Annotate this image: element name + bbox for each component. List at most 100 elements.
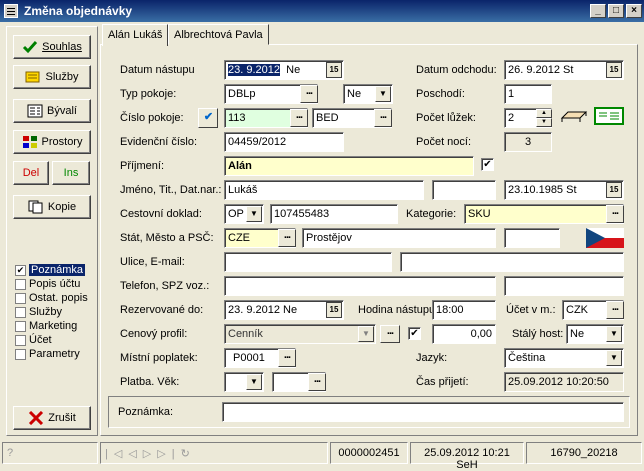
jmeno-label: Jméno, Tit., Dat.nar.: <box>120 184 222 196</box>
calendar-icon[interactable]: 15 <box>606 182 622 198</box>
vek-lookup-button[interactable]: ... <box>308 373 326 391</box>
cenovy-label: Cenový profil: <box>120 328 188 340</box>
maximize-button[interactable]: □ <box>608 4 624 18</box>
titul-field[interactable] <box>432 180 496 200</box>
cas-field: 25.09.2012 10:20:50 <box>504 372 624 392</box>
help-icon[interactable]: ? <box>2 442 98 464</box>
window-title: Změna objednávky <box>24 4 133 18</box>
first-record-icon[interactable]: |◁ <box>105 448 128 460</box>
window-menu-icon[interactable] <box>4 4 18 18</box>
minimize-button[interactable]: _ <box>590 4 606 18</box>
pocet-noci-label: Počet nocí: <box>416 136 472 148</box>
doklad-cislo-field[interactable]: 107455483 <box>270 204 398 224</box>
spz-field[interactable] <box>504 276 624 296</box>
kategorie-field[interactable]: SKU <box>464 204 624 224</box>
prostory-label: Prostory <box>41 136 83 148</box>
psc-field[interactable] <box>504 228 560 248</box>
nav-item[interactable]: Popis účtu <box>15 278 80 290</box>
nav-item[interactable]: Marketing <box>15 320 77 332</box>
close-button[interactable]: × <box>626 4 642 18</box>
hodina-label: Hodina nástupu: <box>358 304 439 316</box>
nav-item[interactable]: Parametry <box>15 348 80 360</box>
chevron-down-icon[interactable]: ▼ <box>606 350 622 366</box>
nav-checkbox[interactable] <box>15 348 26 360</box>
chevron-down-icon[interactable]: ▼ <box>246 206 262 222</box>
cena-checkbox[interactable]: ✔ <box>408 327 421 340</box>
prostory-button[interactable]: Prostory <box>13 130 91 154</box>
spin-down-icon[interactable]: ▼ <box>536 118 552 127</box>
tab-alan-lukas[interactable]: Alán Lukáš <box>102 24 169 46</box>
cas-label: Čas přijetí: <box>416 376 469 388</box>
cena-field[interactable]: 0,00 <box>432 324 496 344</box>
nav-checkbox[interactable] <box>15 292 26 304</box>
chevron-down-icon[interactable]: ▼ <box>606 326 622 342</box>
refresh-icon[interactable]: ↻ <box>181 448 196 460</box>
ulice-field[interactable] <box>224 252 392 272</box>
cislo-pokoje-label: Číslo pokoje: <box>120 112 184 124</box>
status-datetime: 25.09.2012 10:21 SeH <box>410 442 524 471</box>
byvali-button[interactable]: Bývalí <box>13 99 91 123</box>
doklad-label: Cestovní doklad: <box>120 208 202 220</box>
nav-item[interactable]: Účet <box>15 334 52 346</box>
cislo-pokoje-lookup-button[interactable]: ... <box>290 109 308 127</box>
typ-pokoje-lookup-button[interactable]: ... <box>300 85 318 103</box>
spin-up-icon[interactable]: ▲ <box>536 109 552 118</box>
room-check-button[interactable]: ✔ <box>198 108 218 128</box>
sluzby-button[interactable]: Služby <box>13 65 91 89</box>
poznamka-label: Poznámka: <box>118 406 174 418</box>
bed-lookup-button[interactable]: ... <box>374 109 392 127</box>
mesto-field[interactable]: Prostějov <box>302 228 496 248</box>
kopie-label: Kopie <box>47 201 77 213</box>
pocet-luzek-label: Počet lůžek: <box>416 112 476 124</box>
kopie-button[interactable]: Kopie <box>13 195 91 219</box>
telefon-field[interactable] <box>224 276 496 296</box>
nav-checkbox[interactable]: ✔ <box>15 264 26 276</box>
calendar-icon[interactable]: 15 <box>606 62 622 78</box>
nav-item[interactable]: Ostat. popis <box>15 292 88 304</box>
prijmeni-checkbox[interactable]: ✔ <box>481 158 494 171</box>
jmeno-field[interactable]: Lukáš <box>224 180 424 200</box>
mena-lookup-button[interactable]: ... <box>606 301 624 319</box>
last-record-icon[interactable]: ▷| <box>157 448 180 460</box>
cenovy-lookup-button[interactable]: ... <box>380 325 400 343</box>
sluzby-label: Služby <box>45 71 79 83</box>
services-icon <box>25 70 41 84</box>
cenovy-select[interactable]: Cenník <box>224 324 376 344</box>
kategorie-lookup-button[interactable]: ... <box>606 205 624 223</box>
zrusit-button[interactable]: Zrušit <box>13 406 91 430</box>
prev-record-icon[interactable]: ◁ <box>128 448 142 460</box>
nav-checkbox[interactable] <box>15 278 26 290</box>
stat-lookup-button[interactable]: ... <box>278 229 296 247</box>
nav-item[interactable]: Služby <box>15 306 62 318</box>
nav-checkbox[interactable] <box>15 306 26 318</box>
prijmeni-field[interactable]: Alán <box>224 156 474 176</box>
history-icon <box>27 104 43 118</box>
ulice-label: Ulice, E-mail: <box>120 256 185 268</box>
title-bar: Změna objednávky _ □ × <box>0 0 644 22</box>
email-field[interactable] <box>400 252 624 272</box>
next-record-icon[interactable]: ▷ <box>143 448 157 460</box>
mistni-lookup-button[interactable]: ... <box>278 349 296 367</box>
typ-pokoje-label: Typ pokoje: <box>120 88 177 100</box>
hodina-field[interactable]: 18:00 <box>432 300 496 320</box>
record-navigator[interactable]: |◁◁▷▷|↻ <box>100 442 328 464</box>
tab-albrechtova-pavla[interactable]: Albrechtová Pavla <box>168 24 269 45</box>
stat-label: Stát, Město a PSČ: <box>120 232 214 244</box>
calendar-icon[interactable]: 15 <box>326 62 342 78</box>
nav-item[interactable]: ✔ Poznámka <box>15 264 85 276</box>
ins-button[interactable]: Ins <box>52 161 90 185</box>
evidencni-field[interactable]: 04459/2012 <box>224 132 344 152</box>
chevron-down-icon[interactable]: ▼ <box>358 326 374 342</box>
datum-odchodu-label: Datum odchodu: <box>416 64 497 76</box>
nav-checkbox[interactable] <box>15 334 26 346</box>
nav-checkbox[interactable] <box>15 320 26 332</box>
chevron-down-icon[interactable]: ▼ <box>246 374 262 390</box>
poschodi-field[interactable]: 1 <box>504 84 552 104</box>
chevron-down-icon[interactable]: ▼ <box>375 86 391 102</box>
calendar-icon[interactable]: 15 <box>326 302 342 318</box>
souhlas-button[interactable]: Souhlas <box>13 35 91 59</box>
nav-item-label: Účet <box>29 334 52 346</box>
poznamka-field[interactable] <box>222 402 624 422</box>
del-button[interactable]: Del <box>13 161 49 185</box>
souhlas-label: Souhlas <box>42 41 82 53</box>
